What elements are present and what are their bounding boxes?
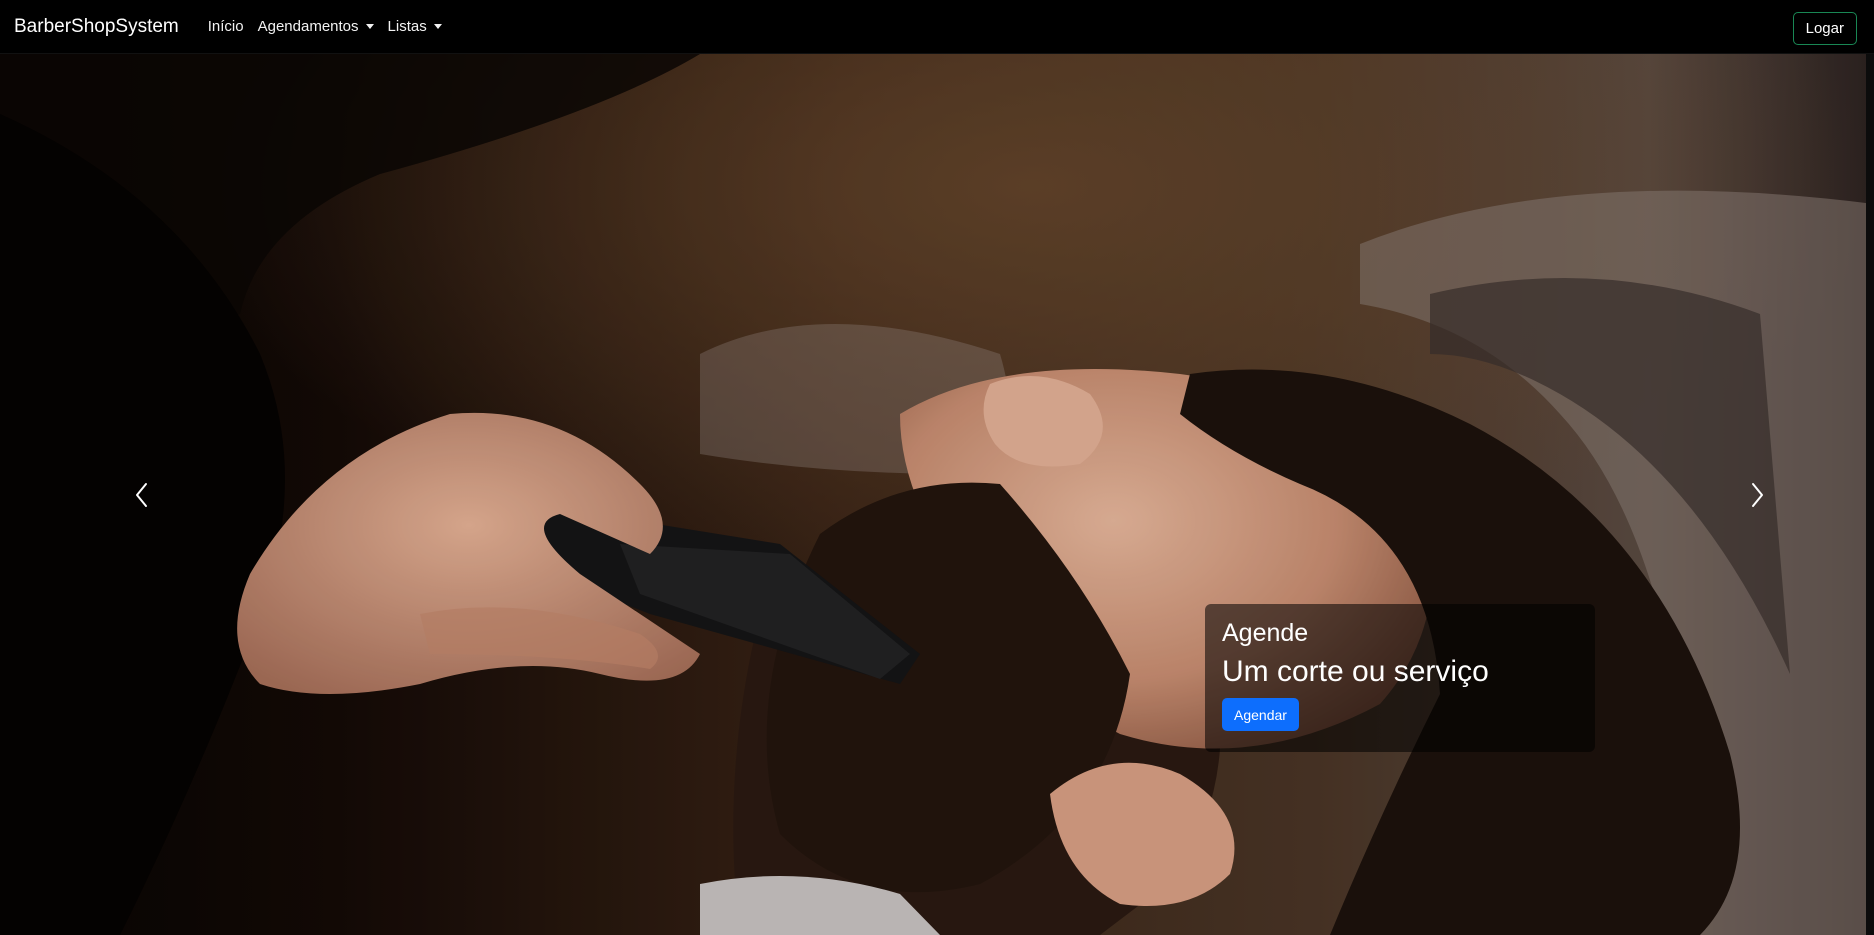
chevron-left-icon xyxy=(136,482,147,507)
nav-links: Início Agendamentos Listas xyxy=(201,18,449,35)
carousel-next-button[interactable] xyxy=(1702,54,1812,935)
carousel-slide-image xyxy=(0,54,1874,935)
nav-dropdown-agendamentos[interactable]: Agendamentos xyxy=(251,18,381,35)
nav-dropdown-agendamentos-label: Agendamentos xyxy=(257,18,359,35)
app-window: BarberShopSystem Início Agendamentos Lis… xyxy=(0,0,1874,935)
nav-dropdown-listas[interactable]: Listas xyxy=(381,18,449,35)
caret-down-icon xyxy=(433,24,442,29)
caret-down-icon xyxy=(365,24,374,29)
caption-subheading: Um corte ou serviço xyxy=(1222,655,1489,688)
scrollbar[interactable] xyxy=(1866,0,1874,935)
carousel-caption: Agende Um corte ou serviço Agendar xyxy=(1205,604,1595,752)
nav-dropdown-listas-label: Listas xyxy=(387,18,427,35)
nav-link-inicio-label: Início xyxy=(207,18,244,35)
schedule-button[interactable]: Agendar xyxy=(1222,698,1299,731)
brand-link[interactable]: BarberShopSystem xyxy=(14,16,179,38)
hero-carousel: Agende Um corte ou serviço Agendar xyxy=(0,54,1874,935)
chevron-right-icon xyxy=(1752,482,1763,507)
caption-heading: Agende xyxy=(1222,619,1309,647)
top-navbar: BarberShopSystem Início Agendamentos Lis… xyxy=(0,0,1874,54)
nav-link-inicio[interactable]: Início xyxy=(201,18,251,35)
login-button[interactable]: Logar xyxy=(1792,12,1857,45)
carousel-prev-button[interactable] xyxy=(87,54,197,935)
